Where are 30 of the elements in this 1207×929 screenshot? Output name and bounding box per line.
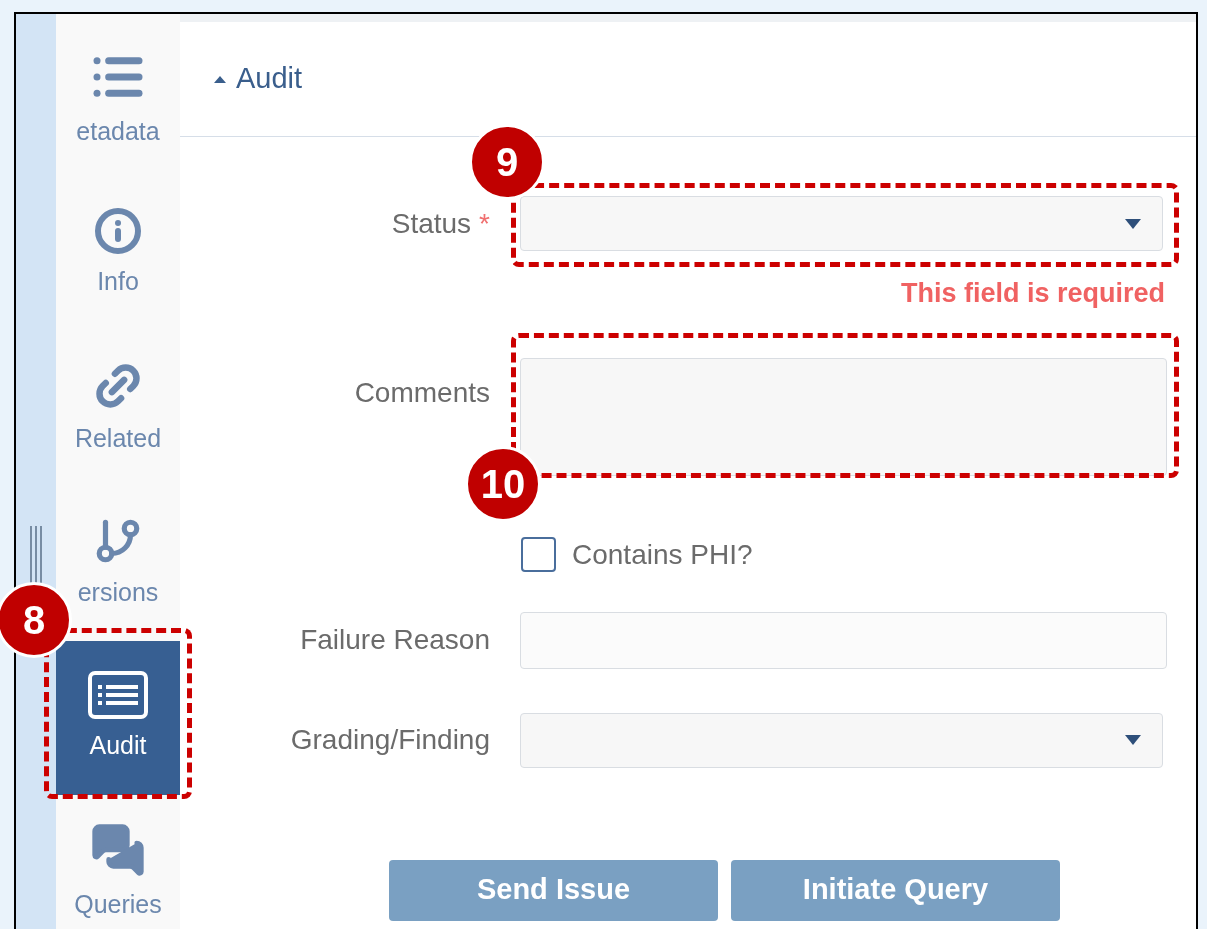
sidebar-label: Info <box>97 266 139 298</box>
field-label: Grading/Finding <box>290 723 490 757</box>
select-field[interactable] <box>520 712 1163 768</box>
dropdown-arrow-icon <box>1124 217 1142 230</box>
sidebar-tab[interactable]: Audit <box>56 640 180 796</box>
sidebar-tab[interactable]: Queries <box>56 795 180 929</box>
field-label: Status <box>391 206 472 241</box>
chat-bubbles-icon <box>90 821 146 878</box>
sidebar-label: Queries <box>74 888 162 920</box>
checkbox-label: Contains PHI? <box>572 537 753 572</box>
section-title[interactable]: Audit <box>236 57 303 101</box>
field-label: Comments <box>354 375 490 410</box>
action-button[interactable]: Send Issue <box>389 859 718 921</box>
checkbox[interactable] <box>521 537 556 572</box>
sidebar-label: Audit <box>89 730 147 762</box>
sidebar-tab[interactable]: Related <box>56 331 180 486</box>
dropdown-arrow-icon <box>1124 734 1142 746</box>
sidebar-tab[interactable]: etadata <box>56 22 180 177</box>
sidebar-label: ersions <box>77 576 159 608</box>
info-icon <box>94 207 142 256</box>
required-mark: * <box>479 206 490 241</box>
sidebar-label: etadata <box>76 115 160 147</box>
select-field[interactable] <box>520 196 1163 251</box>
sidebar-tab[interactable]: Info <box>56 176 180 332</box>
text-field[interactable] <box>520 611 1167 669</box>
action-button[interactable]: Initiate Query <box>731 859 1060 921</box>
error-message: This field is required <box>900 277 1165 310</box>
sidebar-label: Related <box>74 422 162 454</box>
field-label: Failure Reason <box>300 623 490 657</box>
form-icon <box>88 671 148 720</box>
